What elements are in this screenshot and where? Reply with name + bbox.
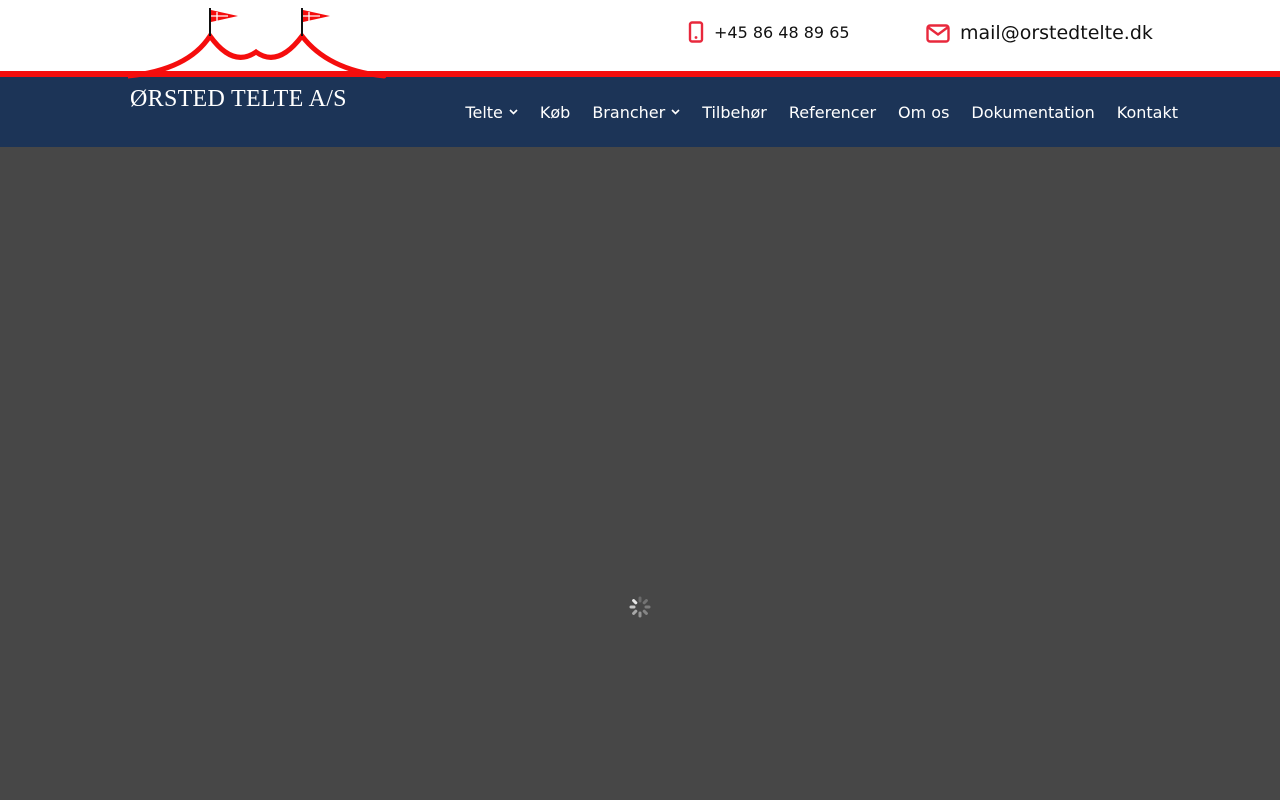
primary-nav: Telte Køb Brancher Tilbehør Referencer O… [465,100,1178,124]
email-address[interactable]: mail@orstedtelte.dk [960,22,1153,44]
tent-logo-icon [128,8,387,79]
nav-item-om-os[interactable]: Om os [898,103,949,122]
phone-number[interactable]: +45 86 48 89 65 [714,23,850,42]
chevron-down-icon [509,109,518,115]
nav-item-telte[interactable]: Telte [465,103,518,122]
nav-item-kontakt[interactable]: Kontakt [1117,103,1178,122]
site-logo[interactable]: ØRSTED TELTE A/S [128,6,388,112]
chevron-down-icon [671,109,680,115]
nav-item-brancher[interactable]: Brancher [592,103,680,122]
email-contact[interactable]: mail@orstedtelte.dk [926,22,1153,44]
spinner-icon [628,595,652,619]
mobile-phone-icon [688,21,704,43]
envelope-icon [926,23,950,43]
phone-contact[interactable]: +45 86 48 89 65 [688,21,850,43]
nav-item-kob[interactable]: Køb [540,103,570,122]
logo-wordmark: ØRSTED TELTE A/S [130,86,347,112]
nav-item-tilbehor[interactable]: Tilbehør [702,103,767,122]
nav-item-dokumentation[interactable]: Dokumentation [971,103,1094,122]
nav-item-referencer[interactable]: Referencer [789,103,876,122]
